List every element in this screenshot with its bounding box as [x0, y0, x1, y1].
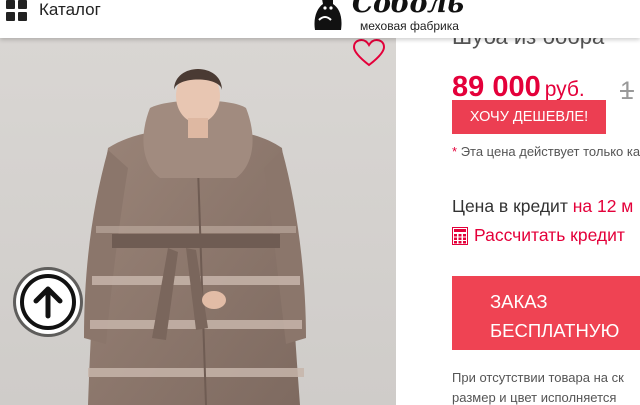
old-price: 1 [620, 77, 634, 105]
logo[interactable]: Соболь меховая фабрика [305, 0, 485, 36]
calculate-credit-label: Рассчитать кредит [474, 225, 625, 245]
grid-icon [6, 0, 27, 21]
price-currency: руб. [544, 78, 585, 101]
calculator-icon [452, 226, 468, 245]
product-title: Шуба из бобра [452, 38, 604, 50]
catalog-button[interactable]: Каталог [6, 0, 101, 26]
want-cheaper-button[interactable]: ХОЧУ ДЕШЕВЛЕ! [452, 100, 606, 134]
price-note: * Эта цена действует только картой) [452, 142, 640, 162]
catalog-label: Каталог [39, 0, 101, 19]
order-button-line-1: ЗАКАЗ [490, 291, 548, 312]
order-button-line-2: БЕСПЛАТНУЮ [490, 320, 620, 341]
credit-term: на 12 м [572, 196, 634, 216]
calculate-credit-link[interactable]: Рассчитать кредит [452, 225, 625, 246]
product-info: Шуба из бобра 89 000руб. * 1 ХОЧУ ДЕШЕВЛ… [396, 38, 640, 405]
logo-name: Соболь [352, 0, 464, 19]
heart-icon[interactable] [352, 38, 386, 68]
stock-note-line-2: размер и цвет исполняется [452, 390, 617, 405]
stock-note: При отсутствии товара на ск размер и цве… [452, 368, 640, 405]
price-value: 89 000 [452, 71, 541, 103]
top-bar: Каталог Соболь меховая фабрика [0, 0, 640, 38]
stock-note-line-1: При отсутствии товара на ск [452, 370, 624, 385]
price-note-text: Эта цена действует только картой) [460, 144, 640, 159]
logo-cat-icon [314, 0, 342, 30]
product-photo-image [84, 69, 306, 405]
scroll-top-button[interactable] [16, 270, 80, 334]
price-note-asterisk: * [452, 144, 458, 159]
order-button[interactable]: ЗАКАЗ БЕСПЛАТНУЮ [452, 276, 640, 350]
credit-price: Цена в кредит на 12 м [452, 196, 633, 217]
arrow-up-icon [20, 274, 76, 330]
product-photo[interactable] [0, 38, 396, 405]
credit-label: Цена в кредит [452, 196, 568, 216]
logo-tagline: меховая фабрика [360, 19, 459, 33]
